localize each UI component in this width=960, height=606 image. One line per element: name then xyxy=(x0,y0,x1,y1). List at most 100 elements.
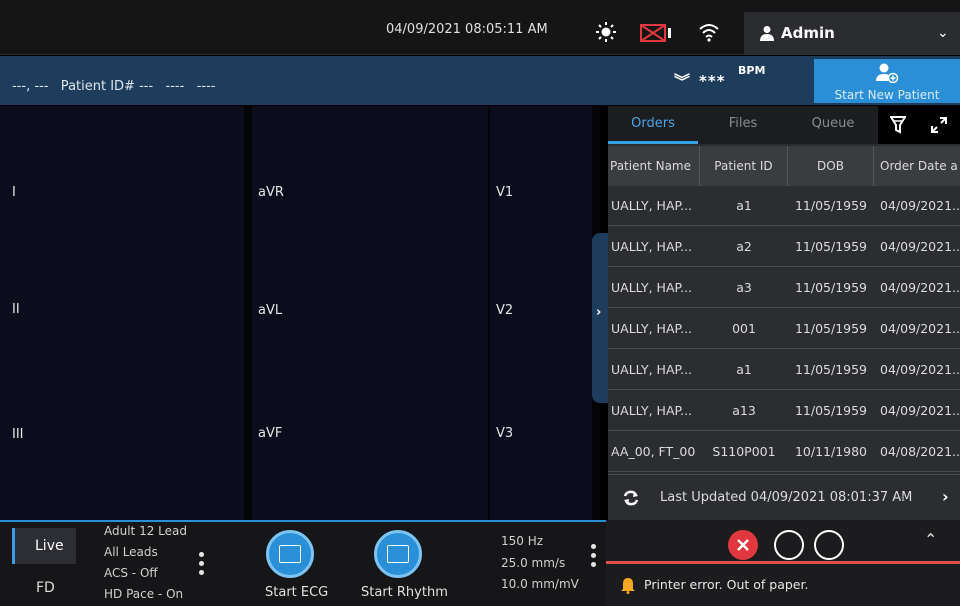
heart-rate-value: *** xyxy=(699,72,726,90)
ecg-column-limb xyxy=(0,106,244,520)
table-cell-id: S110P001 xyxy=(712,444,776,459)
table-cell-id: a1 xyxy=(736,198,752,213)
table-cell-id: a1 xyxy=(736,362,752,377)
table-cell-dob: 11/05/1959 xyxy=(794,280,868,295)
column-header-order-date[interactable]: Order Date a xyxy=(874,146,960,186)
double-chevron-down-icon[interactable]: ︾ xyxy=(674,68,690,92)
error-indicator-line xyxy=(606,561,960,564)
column-header-patient-id[interactable]: Patient ID xyxy=(700,146,788,186)
error-status-icon[interactable] xyxy=(728,530,758,560)
wifi-icon[interactable] xyxy=(698,22,720,42)
table-row[interactable]: UALLY, HAP... 001 11/05/1959 04/09/2021... xyxy=(608,309,960,349)
table-cell-date: 04/09/2021... xyxy=(880,198,960,213)
filter-button[interactable] xyxy=(878,106,918,144)
top-bar: 04/09/2021 08:05:11 AM Admin ⌄ xyxy=(0,0,960,55)
lead-label-avf: aVF xyxy=(258,426,283,441)
rate-options-icon[interactable] xyxy=(591,544,597,570)
status-indicator-empty[interactable] xyxy=(774,530,804,560)
mode-live-button[interactable]: Live xyxy=(12,528,76,564)
column-header-patient-name[interactable]: Patient Name xyxy=(608,146,700,186)
table-cell-dob: 11/05/1959 xyxy=(794,239,868,254)
table-cell-id: a13 xyxy=(732,403,756,418)
status-indicator-empty[interactable] xyxy=(814,530,844,560)
table-cell-date: 04/09/2021... xyxy=(880,280,960,295)
lead-label-ii: II xyxy=(12,302,20,317)
lead-label-v1: V1 xyxy=(496,185,514,200)
table-cell-date: 04/09/2021... xyxy=(880,321,960,336)
table-cell-id: 001 xyxy=(732,321,756,336)
table-cell-dob: 11/05/1959 xyxy=(794,321,868,336)
start-rhythm-label: Start Rhythm xyxy=(361,585,448,600)
user-name: Admin xyxy=(781,24,835,42)
lead-label-v3: V3 xyxy=(496,426,514,441)
start-ecg-button[interactable] xyxy=(266,530,314,578)
table-row[interactable]: AA_00, FT_00 S110P001 10/11/1980 04/08/2021… xyxy=(608,432,960,472)
user-icon xyxy=(760,26,774,41)
start-ecg-label: Start ECG xyxy=(265,585,329,600)
table-cell-name: AA_00, FT_00 xyxy=(611,444,696,459)
start-new-patient-button[interactable]: Start New Patient xyxy=(814,59,960,103)
lead-label-v2: V2 xyxy=(496,303,514,318)
expand-button[interactable] xyxy=(918,106,960,144)
tab-orders[interactable]: Orders xyxy=(608,106,698,144)
start-new-patient-label: Start New Patient xyxy=(834,88,940,102)
start-rhythm-button[interactable] xyxy=(374,530,422,578)
datetime-display: 04/09/2021 08:05:11 AM xyxy=(386,22,548,37)
sun-icon[interactable] xyxy=(596,22,616,42)
table-cell-date: 04/08/2021... xyxy=(880,444,960,459)
patient-bar: ---, --- Patient ID# --- ---- ---- ︾ ***… xyxy=(0,56,960,105)
table-cell-name: UALLY, HAP... xyxy=(611,280,693,295)
table-cell-date: 04/09/2021... xyxy=(880,239,960,254)
ecg-column-augmented xyxy=(252,106,488,520)
table-cell-id: a2 xyxy=(736,239,752,254)
table-row[interactable]: UALLY, HAP... a13 11/05/1959 04/09/2021... xyxy=(608,391,960,431)
tab-files[interactable]: Files xyxy=(698,106,788,144)
table-cell-dob: 11/05/1959 xyxy=(794,403,868,418)
table-cell-name: UALLY, HAP... xyxy=(611,403,693,418)
table-row[interactable]: UALLY, HAP... a1 11/05/1959 04/09/2021... xyxy=(608,350,960,390)
lead-label-iii: III xyxy=(12,427,24,442)
refresh-bar: Last Updated 04/09/2021 08:01:37 AM ‹ › xyxy=(608,474,960,520)
setting-acquisition-mode: Adult 12 Lead xyxy=(104,524,187,538)
orders-panel: Orders Files Queue Patient Name Patient … xyxy=(608,106,960,520)
expand-icon xyxy=(931,117,947,133)
refresh-icon[interactable] xyxy=(622,489,640,507)
add-patient-icon xyxy=(876,63,899,83)
last-updated-text: Last Updated 04/09/2021 08:01:37 AM xyxy=(660,490,913,505)
table-row[interactable]: UALLY, HAP... a3 11/05/1959 04/09/2021... xyxy=(608,268,960,308)
filter-icon xyxy=(890,116,906,134)
chevron-left-icon[interactable]: ‹ xyxy=(900,488,906,506)
column-header-dob[interactable]: DOB xyxy=(788,146,874,186)
table-cell-id: a3 xyxy=(736,280,752,295)
table-cell-name: UALLY, HAP... xyxy=(611,321,693,336)
lead-label-i: I xyxy=(12,185,16,200)
table-cell-dob: 11/05/1959 xyxy=(794,198,868,213)
gain-setting: 10.0 mm/mV xyxy=(501,577,579,591)
heart-rate-unit: BPM xyxy=(738,64,766,77)
paper-speed: 25.0 mm/s xyxy=(501,556,566,570)
table-row[interactable]: UALLY, HAP... a1 11/05/1959 04/09/2021... xyxy=(608,186,960,226)
chevron-down-icon: ⌄ xyxy=(937,25,949,41)
table-row[interactable]: UALLY, HAP... a2 11/05/1959 04/09/2021... xyxy=(608,227,960,267)
chevron-right-icon[interactable]: › xyxy=(596,305,601,320)
setting-acs: ACS - Off xyxy=(104,566,158,580)
table-cell-date: 04/09/2021... xyxy=(880,362,960,377)
user-menu[interactable]: Admin ⌄ xyxy=(744,12,960,55)
status-panel: ⌃ Printer error. Out of paper. xyxy=(606,520,960,606)
rhythm-icon xyxy=(387,545,409,563)
filter-frequency: 150 Hz xyxy=(501,534,544,548)
patient-info[interactable]: ---, --- Patient ID# --- ---- ---- xyxy=(12,79,215,94)
more-options-icon[interactable] xyxy=(199,552,205,578)
mail-error-icon[interactable] xyxy=(640,24,672,42)
setting-hd-pace: HD Pace - On xyxy=(104,587,184,601)
lead-label-avr: aVR xyxy=(258,185,284,200)
chevron-right-icon[interactable]: › xyxy=(942,487,949,506)
chevron-up-icon[interactable]: ⌃ xyxy=(924,530,937,549)
tab-queue[interactable]: Queue xyxy=(788,106,878,144)
ecg-icon xyxy=(279,545,301,563)
mode-fd-button[interactable]: FD xyxy=(12,570,76,606)
status-message: Printer error. Out of paper. xyxy=(644,577,809,592)
table-cell-date: 04/09/2021... xyxy=(880,403,960,418)
table-cell-name: UALLY, HAP... xyxy=(611,198,693,213)
table-cell-dob: 10/11/1980 xyxy=(794,444,868,459)
